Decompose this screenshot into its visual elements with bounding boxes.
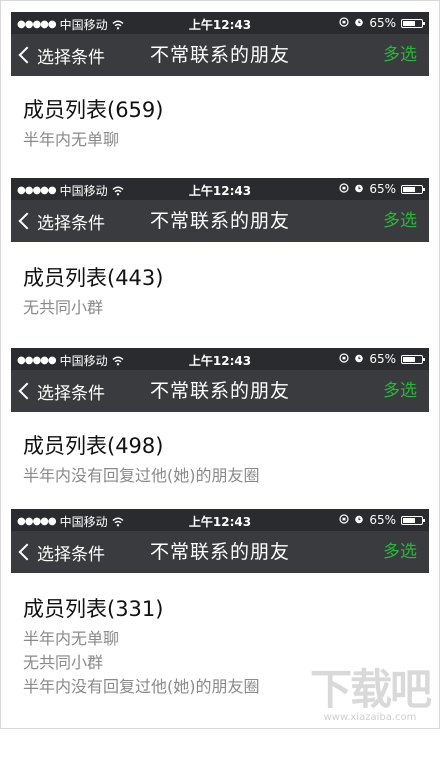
- nav-bar: 选择条件 不常联系的朋友 多选: [11, 34, 429, 76]
- battery-icon: [401, 18, 425, 28]
- screen-panel: ●●●●● 中国移动 上午12:43 65% 选择条件 不常联系的朋友 多选 成…: [11, 509, 429, 763]
- alarm-icon: [354, 16, 364, 30]
- battery-percent: 65%: [369, 182, 396, 196]
- screen-panel: ●●●●● 中国移动 上午12:43 65% 选择条件 不常联系的朋友 多选 成…: [11, 178, 429, 342]
- member-list-entry[interactable]: 成员列表(498) 半年内没有回复过他(她)的朋友圈: [11, 412, 429, 503]
- page-title: 不常联系的朋友: [149, 541, 290, 563]
- rotation-lock-icon: [339, 182, 349, 196]
- multi-select-button[interactable]: 多选: [383, 531, 417, 573]
- status-bar: ●●●●● 中国移动 上午12:43 65%: [11, 12, 429, 34]
- battery-icon: [401, 515, 425, 525]
- member-list-entry[interactable]: 成员列表(443) 无共同小群: [11, 242, 429, 342]
- screen-panel: ●●●●● 中国移动 上午12:43 65% 选择条件 不常联系的朋友 多选 成…: [11, 12, 429, 172]
- watermark-url: www.xiazaiba.com: [323, 712, 417, 723]
- filter-condition: 半年内无单聊: [23, 629, 120, 648]
- member-list-entry[interactable]: 成员列表(659) 半年内无单聊: [11, 76, 429, 172]
- screen-panel: ●●●●● 中国移动 上午12:43 65% 选择条件 不常联系的朋友 多选 成…: [11, 348, 429, 503]
- watermark: 下载吧 www.xiazaiba.com: [309, 665, 432, 724]
- alarm-icon: [354, 513, 364, 527]
- rotation-lock-icon: [339, 352, 349, 366]
- member-list-heading: 成员列表(498): [23, 434, 164, 458]
- member-list-heading: 成员列表(443): [23, 266, 164, 290]
- rotation-lock-icon: [339, 16, 349, 30]
- watermark-logo: 下载吧: [309, 665, 432, 714]
- nav-bar: 选择条件 不常联系的朋友 多选: [11, 531, 429, 573]
- alarm-icon: [354, 182, 364, 196]
- nav-bar: 选择条件 不常联系的朋友 多选: [11, 370, 429, 412]
- battery-percent: 65%: [369, 16, 396, 30]
- status-bar: ●●●●● 中国移动 上午12:43 65%: [11, 509, 429, 531]
- battery-icon: [401, 184, 425, 194]
- battery-percent: 65%: [369, 352, 396, 366]
- member-list-heading: 成员列表(331): [23, 597, 164, 621]
- battery-icon: [401, 354, 425, 364]
- filter-condition: 半年内没有回复过他(她)的朋友圈: [23, 466, 260, 485]
- status-bar: ●●●●● 中国移动 上午12:43 65%: [11, 348, 429, 370]
- page-title: 不常联系的朋友: [149, 380, 290, 402]
- status-bar: ●●●●● 中国移动 上午12:43 65%: [11, 178, 429, 200]
- battery-percent: 65%: [369, 513, 396, 527]
- alarm-icon: [354, 352, 364, 366]
- filter-condition: 无共同小群: [23, 298, 104, 317]
- member-list-heading: 成员列表(659): [23, 98, 164, 122]
- page-title: 不常联系的朋友: [149, 44, 290, 66]
- nav-bar: 选择条件 不常联系的朋友 多选: [11, 200, 429, 242]
- multi-select-button[interactable]: 多选: [383, 200, 417, 242]
- filter-condition: 半年内无单聊: [23, 130, 120, 149]
- rotation-lock-icon: [339, 513, 349, 527]
- multi-select-button[interactable]: 多选: [383, 34, 417, 76]
- page-title: 不常联系的朋友: [149, 210, 290, 232]
- filter-condition: 半年内没有回复过他(她)的朋友圈: [23, 677, 260, 696]
- multi-select-button[interactable]: 多选: [383, 370, 417, 412]
- filter-condition: 无共同小群: [23, 653, 104, 672]
